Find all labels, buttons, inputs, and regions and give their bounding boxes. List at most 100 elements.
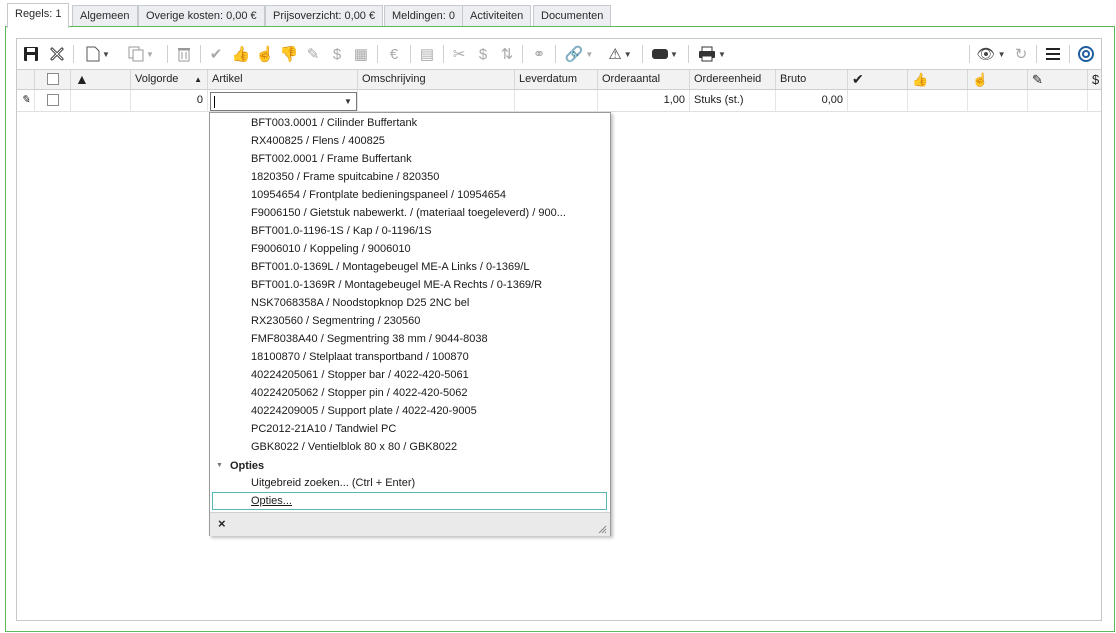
delete-icon[interactable] — [174, 43, 194, 65]
report-icon[interactable]: ▤ — [417, 43, 437, 65]
chevron-down-icon[interactable]: ▼ — [342, 95, 354, 108]
row-checkbox[interactable] — [46, 94, 59, 107]
tab-overige-kosten[interactable]: Overige kosten: 0,00 € — [138, 5, 265, 26]
list-item[interactable]: F9006150 / Gietstuk nabewerkt. / (materi… — [251, 204, 566, 222]
cell-empty[interactable] — [1028, 90, 1088, 111]
column-artikel[interactable]: Artikel — [208, 70, 358, 89]
warning-icon[interactable]: ⚠ ▼ — [603, 43, 637, 65]
cell-empty[interactable] — [908, 90, 968, 111]
cell-orderaantal[interactable]: 1,00 — [598, 90, 690, 111]
thumbs-check-icon[interactable]: ✔ — [206, 43, 226, 65]
toolbar-separator — [642, 45, 643, 63]
tab-prijsoverzicht[interactable]: Prijsoverzicht: 0,00 € — [265, 5, 384, 26]
cell-bruto[interactable]: 0,00 — [776, 90, 848, 111]
help-icon[interactable] — [1075, 43, 1097, 65]
tab-meldingen[interactable]: Meldingen: 0 — [384, 5, 463, 26]
extended-search-option[interactable]: Uitgebreid zoeken... (Ctrl + Enter) — [251, 474, 415, 492]
column-leverdatum[interactable]: Leverdatum — [515, 70, 598, 89]
list-item[interactable]: 1820350 / Frame spuitcabine / 820350 — [251, 168, 439, 186]
discard-icon[interactable] — [47, 43, 67, 65]
list-item[interactable]: RX400825 / Flens / 400825 — [251, 132, 385, 150]
tab-regels[interactable]: Regels: 1 — [7, 3, 70, 28]
column-ordereenheid[interactable]: Ordereenheid — [690, 70, 776, 89]
link-icon[interactable]: 🔗 ▼ — [562, 43, 596, 65]
cell-leverdatum[interactable] — [515, 90, 598, 111]
column-thumbs-check-icon[interactable]: ✔ — [848, 70, 908, 89]
list-item[interactable]: BFT002.0001 / Frame Buffertank — [251, 150, 412, 168]
list-item[interactable]: F9006010 / Koppeling / 9006010 — [251, 240, 411, 258]
tools-icon[interactable]: ✂ — [449, 43, 469, 65]
cell-omschrijving[interactable] — [358, 90, 515, 111]
toolbar-separator — [73, 45, 74, 63]
toolbar-separator — [1036, 45, 1037, 63]
calc-money-icon[interactable]: $ — [473, 43, 493, 65]
list-item[interactable]: GBK8022 / Ventielblok 80 x 80 / GBK8022 — [251, 438, 457, 456]
column-bruto[interactable]: Bruto — [776, 70, 848, 89]
artikel-combobox[interactable]: ▼ — [210, 92, 357, 111]
column-document-edit-icon[interactable]: ✎ — [1028, 70, 1088, 89]
header-select-all[interactable] — [35, 70, 71, 89]
connect-icon[interactable]: ⚭ — [528, 43, 550, 65]
card-icon[interactable]: ▼ — [648, 43, 682, 65]
list-item[interactable]: RX230560 / Segmentring / 230560 — [251, 312, 420, 330]
list-item[interactable]: BFT001.0-1369L / Montagebeugel ME-A Link… — [251, 258, 529, 276]
thumbs-down-icon[interactable]: 👎 — [279, 43, 299, 65]
select-all-checkbox[interactable] — [46, 73, 59, 86]
document-edit-icon[interactable]: ✎ — [303, 43, 323, 65]
list-item[interactable]: 40224205062 / Stopper pin / 4022-420-506… — [251, 384, 468, 402]
toolbar-separator — [200, 45, 201, 63]
cell-volgorde[interactable]: 0 — [131, 90, 208, 111]
row-select[interactable] — [35, 90, 71, 111]
column-orderaantal[interactable]: Orderaantal — [598, 70, 690, 89]
options-group-label: Opties — [229, 460, 265, 472]
currency-icon[interactable]: € — [383, 43, 405, 65]
close-icon[interactable]: × — [218, 516, 226, 531]
list-item[interactable]: BFT001.0-1196-1S / Kap / 0-1196/1S — [251, 222, 432, 240]
list-item[interactable]: NSK7068358A / Noodstopknop D25 2NC bel — [251, 294, 469, 312]
row-warning-cell — [71, 90, 131, 111]
edit-pencil-icon: ✎ — [17, 90, 35, 111]
cell-empty[interactable] — [968, 90, 1028, 111]
thumbs-up-star-icon[interactable]: ☝ — [255, 43, 275, 65]
tab-algemeen[interactable]: Algemeen — [72, 5, 138, 26]
save-icon[interactable] — [21, 43, 41, 65]
cell-empty[interactable] — [848, 90, 908, 111]
column-thumbs-up-star-icon[interactable]: ☝ — [968, 70, 1028, 89]
list-item[interactable]: 40224205061 / Stopper bar / 4022-420-506… — [251, 366, 469, 384]
view-icon[interactable]: 👁 ▼ — [975, 43, 1007, 65]
sort-icon[interactable]: ⇅ — [497, 43, 517, 65]
tab-documenten[interactable]: Documenten — [533, 5, 612, 26]
list-item[interactable]: 40224209005 / Support plate / 4022-420-9… — [251, 402, 477, 420]
list-item[interactable]: BFT003.0001 / Cilinder Buffertank — [251, 114, 417, 132]
list-item[interactable]: PC2012-21A10 / Tandwiel PC — [251, 420, 396, 438]
refresh-icon[interactable]: ↻ — [1011, 43, 1031, 65]
toolbar-separator — [1069, 45, 1070, 63]
table-row[interactable]: ✎ 0 1,00 Stuks (st.) 0,00 — [17, 90, 1101, 112]
new-icon[interactable]: ▼ — [81, 43, 115, 65]
column-omschrijving[interactable]: Omschrijving — [358, 70, 515, 89]
tab-activiteiten[interactable]: Activiteiten — [462, 5, 532, 26]
column-money-icon[interactable]: $ — [1088, 70, 1101, 89]
resize-grip-icon[interactable] — [597, 524, 607, 534]
toolbar-separator — [969, 45, 970, 63]
column-volgorde[interactable]: Volgorde ▲ — [131, 70, 208, 89]
collapse-triangle-icon[interactable]: ▼ — [216, 462, 223, 469]
document-money-icon[interactable]: $ — [327, 43, 347, 65]
column-thumbs-up-icon[interactable]: 👍 — [908, 70, 968, 89]
copy-icon[interactable]: ▼ — [121, 43, 161, 65]
thumbs-up-icon[interactable]: 👍 — [231, 43, 251, 65]
list-item[interactable]: FMF8038A40 / Segmentring 38 mm / 9044-80… — [251, 330, 488, 348]
toolbar-separator — [443, 45, 444, 63]
list-item[interactable]: BFT001.0-1369R / Montagebeugel ME-A Rech… — [251, 276, 542, 294]
artikel-dropdown: BFT003.0001 / Cilinder Buffertank RX4008… — [209, 112, 611, 536]
sort-asc-icon: ▲ — [194, 75, 202, 84]
options-group-header[interactable]: ▼ Opties — [216, 457, 264, 475]
options-option[interactable]: Opties... — [251, 492, 292, 510]
calculator-icon[interactable]: ▦ — [351, 43, 371, 65]
list-item[interactable]: 10954654 / Frontplate bedieningspaneel /… — [251, 186, 506, 204]
menu-icon[interactable] — [1043, 43, 1063, 65]
grid-header: ▲ Volgorde ▲ Artikel Omschrijving Leverda… — [17, 69, 1101, 90]
cell-ordereenheid[interactable]: Stuks (st.) — [690, 90, 776, 111]
print-icon[interactable]: ▼ — [694, 43, 730, 65]
list-item[interactable]: 18100870 / Stelplaat transportband / 100… — [251, 348, 469, 366]
